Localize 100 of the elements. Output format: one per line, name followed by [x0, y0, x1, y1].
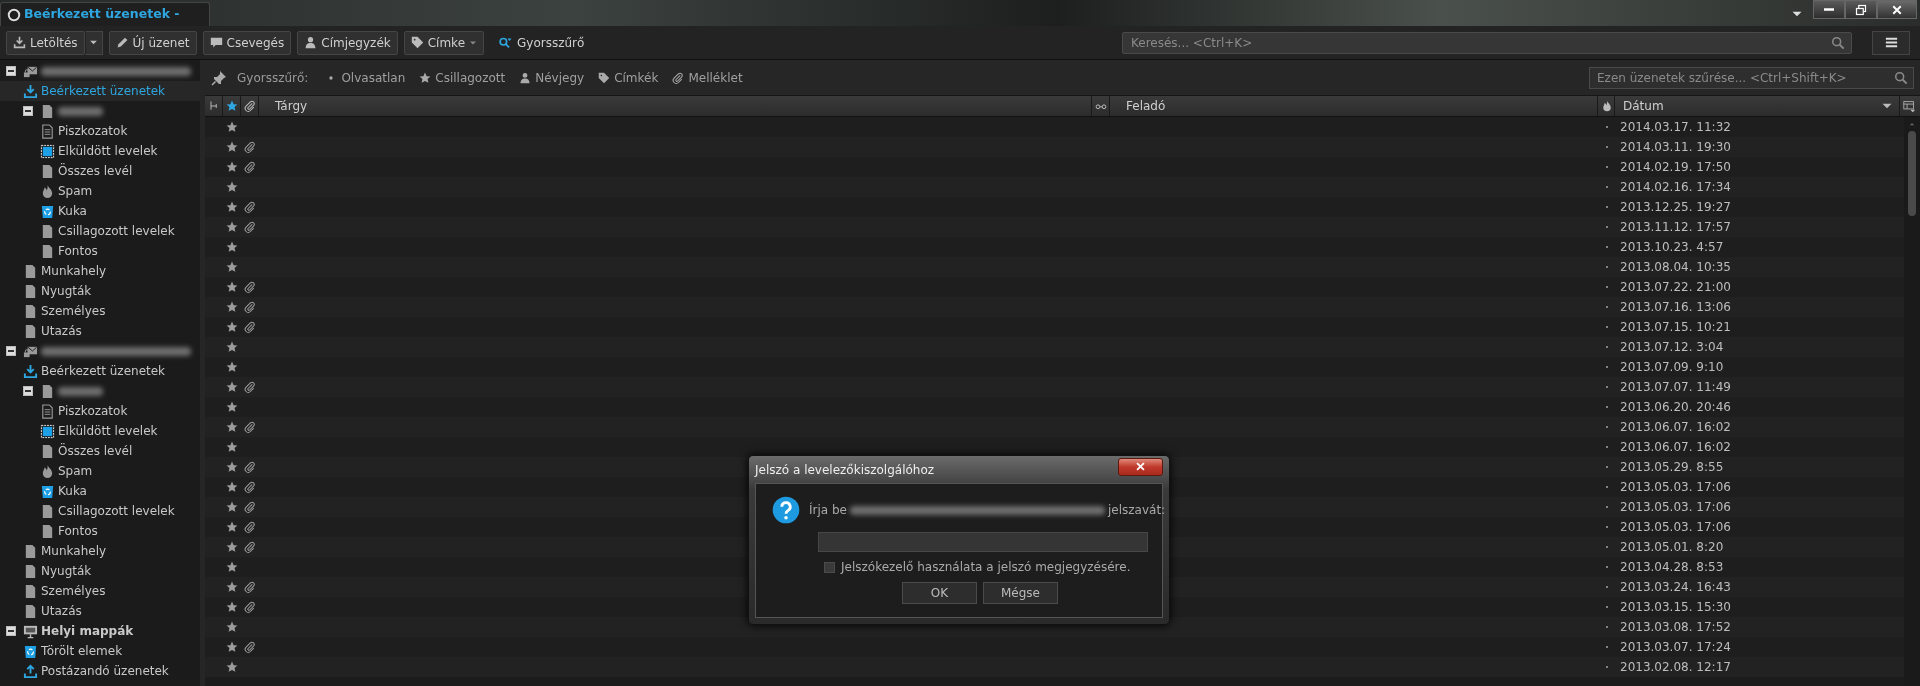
folder-item[interactable]: Kuka: [0, 481, 200, 501]
folder-item[interactable]: Fontos: [0, 241, 200, 261]
column-header[interactable]: Dátum: [1615, 96, 1900, 116]
minimize-button[interactable]: [1813, 0, 1845, 19]
star-icon[interactable]: [226, 381, 238, 393]
star-icon[interactable]: [226, 521, 238, 533]
folder-item[interactable]: Postázandó üzenetek: [0, 661, 200, 681]
star-icon[interactable]: [226, 141, 238, 153]
ring-icon: [7, 7, 21, 22]
filter-toggle[interactable]: Olvasatlan: [320, 66, 411, 89]
toolbar-button[interactable]: Gyorsszűrő: [490, 30, 592, 55]
filter-input[interactable]: Ezen üzenetek szűrése... <Ctrl+Shift+K>: [1595, 67, 1894, 88]
folder-item[interactable]: Csillagozott levelek: [0, 501, 200, 521]
collapse-toggle[interactable]: [6, 66, 16, 76]
toolbar-button[interactable]: Címjegyzék: [297, 30, 398, 55]
star-icon[interactable]: [226, 401, 238, 413]
password-field[interactable]: [818, 532, 1148, 552]
filter-toggle[interactable]: Csillagozott: [414, 66, 511, 89]
star-icon[interactable]: [226, 361, 238, 373]
star-icon[interactable]: [226, 541, 238, 553]
column-header[interactable]: Tárgy: [259, 96, 1092, 116]
collapse-toggle[interactable]: [6, 626, 16, 636]
star-icon[interactable]: [226, 161, 238, 173]
window-tab[interactable]: Beérkezett üzenetek -: [0, 2, 210, 26]
folder-item[interactable]: Személyes: [0, 581, 200, 601]
folder-item[interactable]: Elküldött levelek: [0, 421, 200, 441]
folder-item[interactable]: Törölt elemek: [0, 641, 200, 661]
folder-item[interactable]: Nyugták: [0, 281, 200, 301]
paperclip-icon: [672, 71, 685, 84]
star-icon[interactable]: [226, 581, 238, 593]
column-picker-icon: [1903, 99, 1916, 113]
star-icon[interactable]: [226, 421, 238, 433]
column-header[interactable]: Feladó: [1110, 96, 1598, 116]
folder-item[interactable]: Spam: [0, 181, 200, 201]
folder-icon: [23, 563, 38, 579]
toolbar-button[interactable]: Új üzenet: [108, 30, 197, 55]
folder-item[interactable]: Piszkozatok: [0, 401, 200, 421]
folder-item[interactable]: Munkahely: [0, 541, 200, 561]
star-icon[interactable]: [226, 241, 238, 253]
star-icon[interactable]: [226, 621, 238, 633]
date-cell-text: 2013.03.24. 16:43: [1619, 579, 1732, 596]
star-icon[interactable]: [226, 461, 238, 473]
dialog-button[interactable]: Mégse: [983, 582, 1058, 604]
star-icon[interactable]: [226, 661, 238, 673]
folder-item[interactable]: Helyi mappák: [0, 621, 200, 641]
collapse-toggle[interactable]: [23, 386, 33, 396]
star-icon[interactable]: [226, 201, 238, 213]
star-icon[interactable]: [226, 281, 238, 293]
collapse-toggle[interactable]: [6, 346, 16, 356]
star-icon[interactable]: [226, 601, 238, 613]
pin-icon: [211, 69, 227, 86]
star-icon[interactable]: [226, 341, 238, 353]
date-cell-text: 2013.07.15. 10:21: [1619, 319, 1732, 336]
maximize-button[interactable]: [1845, 0, 1877, 19]
folder-item[interactable]: Spam: [0, 461, 200, 481]
filter-toggle[interactable]: Címkék: [593, 66, 664, 89]
folder-item[interactable]: Összes levél: [0, 161, 200, 181]
dialog-button[interactable]: OK: [902, 582, 977, 604]
toolbar-button[interactable]: Címke: [403, 30, 485, 55]
folder-item[interactable]: Beérkezett üzenetek: [0, 361, 200, 381]
filter-field[interactable]: Ezen üzenetek szűrése... <Ctrl+Shift+K>: [1589, 66, 1914, 89]
folder-item[interactable]: Összes levél: [0, 441, 200, 461]
star-icon[interactable]: [226, 501, 238, 513]
toolbar-button[interactable]: Csevegés: [202, 30, 292, 55]
star-icon[interactable]: [226, 561, 238, 573]
star-icon[interactable]: [226, 121, 238, 133]
folder-item[interactable]: Piszkozatok: [0, 121, 200, 141]
scrollbar-thumb[interactable]: [1908, 131, 1916, 216]
close-button[interactable]: [1118, 457, 1163, 476]
date-cell-text: 2013.03.08. 17:52: [1619, 619, 1732, 636]
checkbox[interactable]: [824, 561, 835, 573]
star-icon[interactable]: [226, 261, 238, 273]
document-icon: [40, 403, 55, 419]
star-icon[interactable]: [226, 181, 238, 193]
star-icon[interactable]: [226, 481, 238, 493]
folder-item[interactable]: Fontos: [0, 521, 200, 541]
folder-item[interactable]: Elküldött levelek: [0, 141, 200, 161]
folder-item[interactable]: Beérkezett üzenetek: [0, 81, 200, 101]
star-icon[interactable]: [226, 441, 238, 453]
folder-item[interactable]: Utazás: [0, 321, 200, 341]
folder-item[interactable]: Utazás: [0, 601, 200, 621]
collapse-toggle[interactable]: [23, 106, 33, 116]
date-cell-text: 2013.08.04. 10:35: [1619, 259, 1732, 276]
filter-toggle[interactable]: Melléklet: [667, 66, 748, 89]
document-icon: [40, 123, 55, 139]
star-icon[interactable]: [226, 221, 238, 233]
star-icon[interactable]: [226, 301, 238, 313]
folder-icon: [40, 443, 55, 459]
close-button[interactable]: [1877, 0, 1917, 19]
menu-button[interactable]: [1872, 30, 1910, 55]
toolbar-button[interactable]: Letöltés: [6, 30, 85, 55]
folder-item[interactable]: Nyugták: [0, 561, 200, 581]
filter-toggle[interactable]: Névjegy: [514, 66, 590, 89]
star-icon[interactable]: [226, 641, 238, 653]
folder-item[interactable]: Személyes: [0, 301, 200, 321]
column-header[interactable]: [241, 96, 259, 116]
folder-item[interactable]: Kuka: [0, 201, 200, 221]
folder-item[interactable]: Munkahely: [0, 261, 200, 281]
star-icon[interactable]: [226, 321, 238, 333]
folder-item[interactable]: Csillagozott levelek: [0, 221, 200, 241]
